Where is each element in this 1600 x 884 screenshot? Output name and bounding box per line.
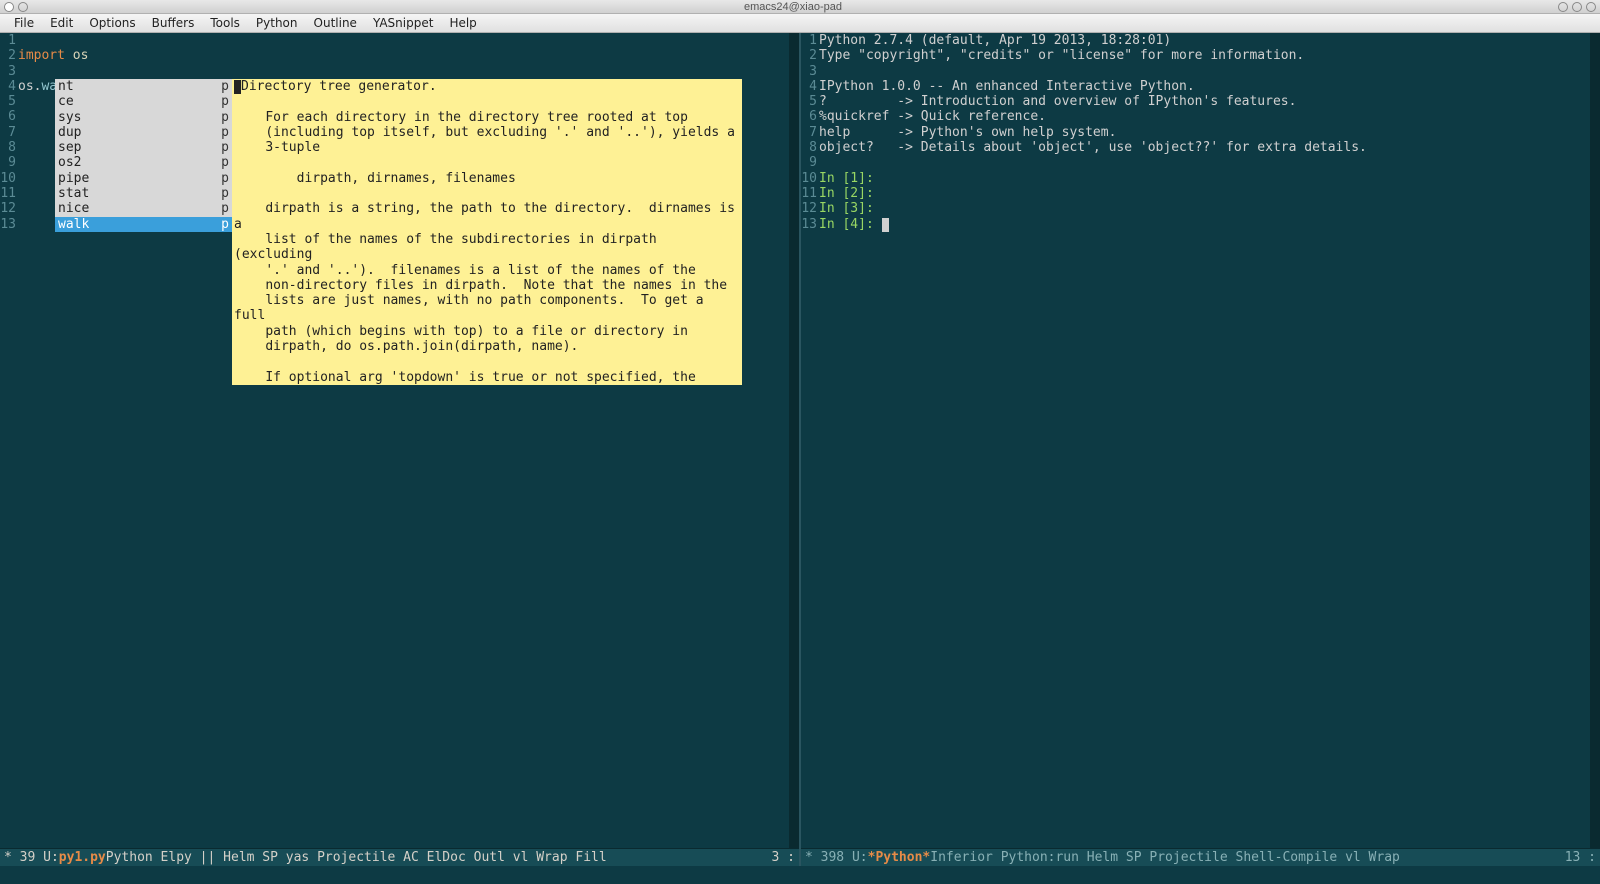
menu-help[interactable]: Help — [441, 16, 484, 30]
modeline-left-filename: py1.py — [59, 850, 106, 865]
window-titlebar: emacs24@xiao-pad — [0, 0, 1600, 14]
menu-edit[interactable]: Edit — [42, 16, 81, 30]
menu-outline[interactable]: Outline — [306, 16, 365, 30]
completion-item[interactable]: cep — [55, 94, 232, 109]
left-code-area[interactable]: import os os.walk ntpcepsyspduppseppos2p… — [18, 33, 789, 848]
completion-item[interactable]: pipep — [55, 171, 232, 186]
titlebar-right-controls — [1558, 2, 1596, 12]
menubar: File Edit Options Buffers Tools Python O… — [0, 14, 1600, 33]
modeline-right-status: * 398 U: — [805, 850, 868, 865]
modeline-right-filename: *Python* — [868, 850, 931, 865]
completion-item[interactable]: dupp — [55, 125, 232, 140]
window-title: emacs24@xiao-pad — [28, 1, 1558, 13]
completion-popup[interactable]: ntpcepsyspduppseppos2ppipepstatpnicepwal… — [55, 79, 232, 232]
right-modeline: * 398 U: *Python* Inferior Python:run He… — [801, 848, 1600, 866]
completion-item[interactable]: nicep — [55, 201, 232, 216]
minimize-icon[interactable] — [1558, 2, 1568, 12]
menu-buffers[interactable]: Buffers — [144, 16, 203, 30]
completion-item[interactable]: walkp — [55, 217, 232, 232]
minibuffer[interactable] — [0, 866, 1600, 884]
left-gutter: 12345678910111213 — [0, 33, 18, 848]
menu-tools[interactable]: Tools — [202, 16, 248, 30]
titlebar-left-controls — [4, 2, 28, 12]
left-scrollbar[interactable] — [789, 33, 799, 848]
modeline-right-modes: Inferior Python:run Helm SP Projectile S… — [930, 850, 1400, 865]
call-prefix: os. — [18, 79, 41, 94]
maximize-icon[interactable] — [1572, 2, 1582, 12]
doc-cursor — [234, 80, 241, 94]
modeline-left-modes: Python Elpy || Helm SP yas Projectile AC… — [106, 850, 607, 865]
menu-yasnippet[interactable]: YASnippet — [365, 16, 442, 30]
doc-popup: Directory tree generator. For each direc… — [232, 79, 742, 385]
modeline-left-pos: 3 : — [772, 850, 795, 865]
left-pane: 12345678910111213 import os os.walk ntpc… — [0, 33, 799, 866]
right-scrollbar[interactable] — [1590, 33, 1600, 848]
module-os: os — [73, 48, 89, 63]
close-icon[interactable] — [1586, 2, 1596, 12]
left-modeline: * 39 U: py1.py Python Elpy || Helm SP ya… — [0, 848, 799, 866]
keep-above-icon[interactable] — [18, 2, 28, 12]
right-code-area[interactable]: Python 2.7.4 (default, Apr 19 2013, 18:2… — [819, 33, 1590, 848]
menu-python[interactable]: Python — [248, 16, 306, 30]
completion-item[interactable]: ntp — [55, 79, 232, 94]
repl-cursor — [882, 218, 889, 232]
keyword-import: import — [18, 48, 65, 63]
completion-item[interactable]: os2p — [55, 155, 232, 170]
right-gutter: 12345678910111213 — [801, 33, 819, 848]
doc-text: Directory tree generator. For each direc… — [234, 79, 742, 385]
completion-item[interactable]: sepp — [55, 140, 232, 155]
app-menu-icon[interactable] — [4, 2, 14, 12]
right-pane: 12345678910111213 Python 2.7.4 (default,… — [801, 33, 1600, 866]
modeline-right-pos: 13 : — [1565, 850, 1596, 865]
menu-file[interactable]: File — [6, 16, 42, 30]
editor-panes: 12345678910111213 import os os.walk ntpc… — [0, 33, 1600, 866]
completion-item[interactable]: statp — [55, 186, 232, 201]
completion-item[interactable]: sysp — [55, 110, 232, 125]
menu-options[interactable]: Options — [81, 16, 143, 30]
modeline-left-status: * 39 U: — [4, 850, 59, 865]
